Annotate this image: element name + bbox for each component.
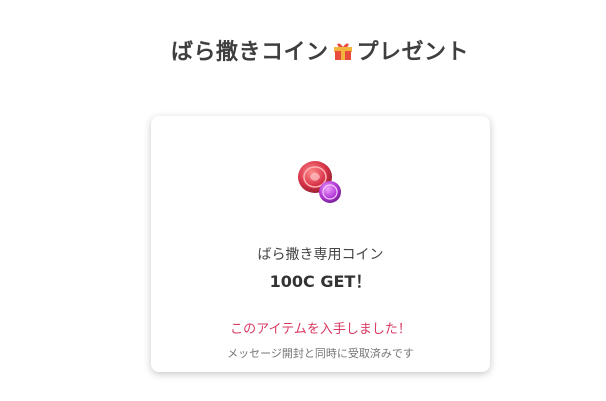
gift-icon bbox=[332, 39, 354, 61]
page-title: ばら撒きコイン プレゼント bbox=[0, 34, 606, 66]
receipt-note: メッセージ開封と同時に受取済みです bbox=[227, 347, 414, 360]
rose-coin-icon bbox=[295, 156, 347, 208]
item-amount: 100C GET！ bbox=[269, 272, 372, 291]
present-page: ばら撒きコイン プレゼント ばら撒き専用コイン 100C GET！ このアイテム… bbox=[0, 0, 606, 401]
obtained-message: このアイテムを入手しました！ bbox=[230, 322, 411, 337]
reward-card: ばら撒き専用コイン 100C GET！ このアイテムを入手しました！ メッセージ… bbox=[151, 116, 490, 372]
item-name: ばら撒き専用コイン bbox=[257, 247, 384, 263]
title-text-part2: プレゼント bbox=[356, 40, 470, 65]
title-text-part1: ばら撒きコイン bbox=[170, 40, 329, 65]
